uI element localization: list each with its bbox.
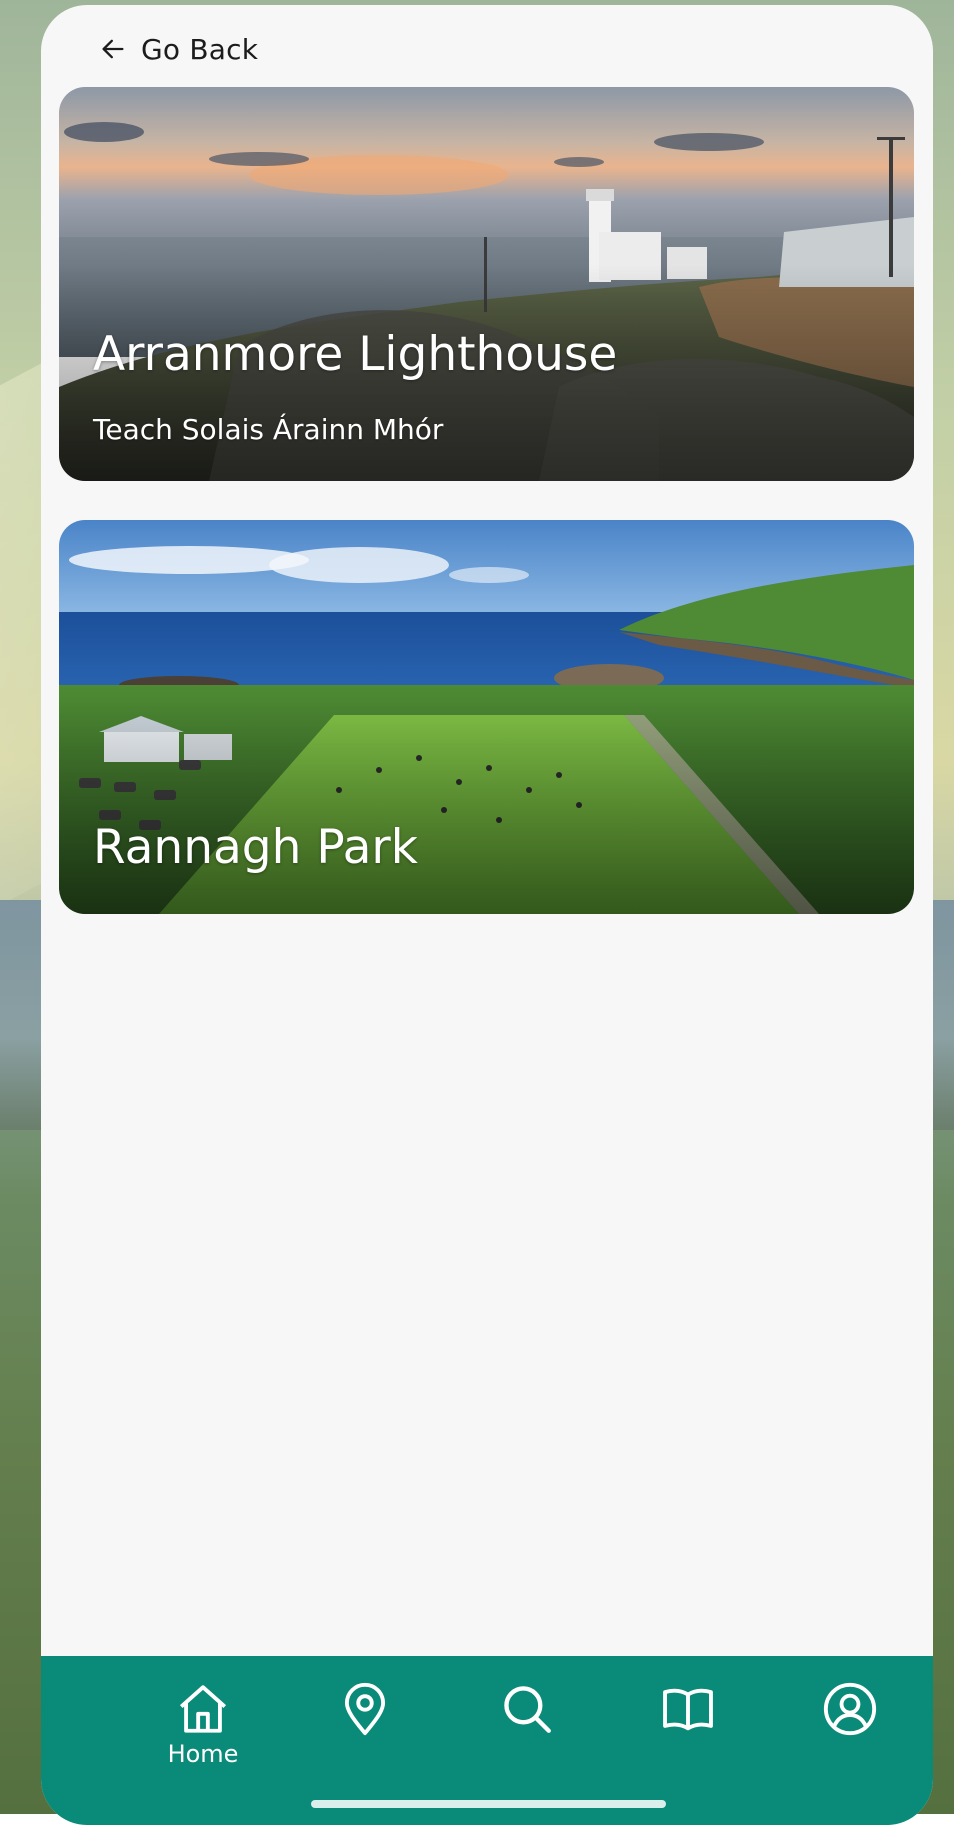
bottom-navigation-bar: Home [41, 1656, 933, 1825]
card-title: Rannagh Park [93, 820, 418, 875]
nav-label-home: Home [167, 1740, 239, 1768]
place-card-rannagh-park[interactable]: Rannagh Park [59, 520, 914, 914]
card-subtitle: Teach Solais Árainn Mhór [93, 413, 444, 446]
profile-icon [823, 1682, 877, 1736]
nav-item-map[interactable] [310, 1680, 420, 1780]
nav-item-search[interactable] [472, 1680, 582, 1780]
search-icon [504, 1686, 551, 1733]
nav-item-profile[interactable] [795, 1680, 905, 1780]
home-indicator [311, 1800, 666, 1808]
home-icon [179, 1685, 227, 1733]
app-screen: Go Back Arranmore Lighthouse Teach Solai… [41, 5, 933, 1825]
card-title: Arranmore Lighthouse [93, 327, 618, 382]
top-bar: Go Back [41, 5, 933, 91]
book-icon [663, 1688, 713, 1731]
nav-item-home[interactable]: Home [148, 1680, 258, 1780]
arrow-left-icon [102, 39, 124, 59]
go-back-button[interactable]: Go Back [99, 27, 258, 71]
go-back-label: Go Back [141, 32, 259, 66]
nav-item-guide[interactable] [633, 1680, 743, 1780]
place-card-arranmore-lighthouse[interactable]: Arranmore Lighthouse Teach Solais Árainn… [59, 87, 914, 481]
map-pin-icon [344, 1682, 386, 1736]
